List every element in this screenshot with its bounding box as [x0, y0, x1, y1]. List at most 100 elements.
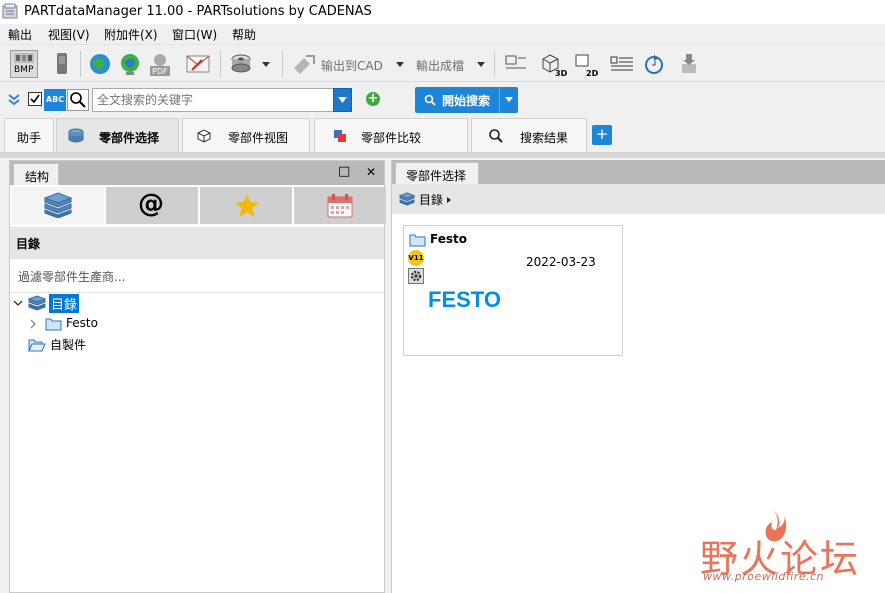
catalog-heading: 目錄 [16, 237, 41, 251]
refresh-icon [645, 55, 663, 74]
web-export-button[interactable] [86, 50, 114, 78]
list-icon [610, 56, 633, 71]
globe-network-icon [121, 54, 139, 75]
abc-toggle-button[interactable]: ABC [44, 89, 66, 111]
view-3d-button[interactable]: 3D [538, 50, 568, 78]
menu-view[interactable]: 视图(V) [48, 26, 90, 43]
dimension-button[interactable] [502, 50, 530, 78]
compare-icon [334, 130, 346, 142]
device-button[interactable] [48, 50, 76, 78]
menu-help[interactable]: 帮助 [232, 26, 256, 43]
catalog-card-festo[interactable]: Festo V11 2022-03-23 FESTO [403, 225, 623, 356]
add-tab-button[interactable]: + [592, 125, 612, 145]
chevron-down-icon [338, 97, 347, 103]
card-date: 2022-03-23 [526, 255, 596, 269]
structure-tab[interactable]: 结构 [13, 163, 59, 185]
barcode-search-button[interactable] [67, 89, 89, 111]
gear-icon [410, 270, 422, 282]
mail-icon [186, 55, 210, 73]
search-input[interactable] [92, 88, 334, 112]
tab-part-selection[interactable]: 零部件选择 [56, 118, 179, 152]
email-button[interactable] [184, 50, 212, 78]
catalog-view-button[interactable] [12, 187, 104, 224]
menu-output[interactable]: 輸出 [8, 26, 32, 43]
structure-tab-label: 结构 [25, 170, 50, 184]
properties-button[interactable] [608, 50, 636, 78]
network-export-button[interactable] [116, 50, 144, 78]
search-icon [489, 129, 503, 143]
title-bar: PARTdataManager 11.00 - PARTsolutions by… [0, 0, 885, 24]
favorites-view-button[interactable] [200, 187, 292, 224]
card-title: Festo [430, 232, 467, 246]
download-button[interactable] [676, 50, 704, 78]
magnifier-barcode-icon [70, 92, 86, 108]
toolbar-separator [220, 51, 221, 77]
breadcrumb-arrow-icon[interactable] [446, 196, 452, 204]
check-icon [30, 94, 40, 104]
catalog-heading-bar: 目錄 [10, 227, 384, 259]
chevron-down-icon[interactable] [504, 96, 514, 104]
export-cad-icon-button[interactable] [290, 50, 318, 78]
maximize-icon[interactable]: □ [338, 164, 350, 179]
chevron-right-icon[interactable] [28, 319, 38, 329]
app-icon [2, 3, 18, 19]
tree-item-custom-parts[interactable]: 自製件 [50, 336, 86, 353]
history-view-button[interactable] [294, 187, 386, 224]
part-button[interactable] [228, 50, 256, 78]
label-3d: 3D [555, 69, 568, 78]
pdf-export-button[interactable]: PDF [146, 50, 174, 78]
search-checkbox[interactable] [28, 92, 42, 106]
search-history-dropdown[interactable] [333, 88, 352, 112]
globe-icon [90, 54, 110, 74]
star-icon [235, 194, 259, 217]
download-icon [682, 54, 696, 73]
close-icon[interactable]: ✕ [366, 165, 376, 179]
tab-assistant[interactable]: 助手 [4, 118, 54, 152]
breadcrumb: 目錄 [392, 184, 885, 214]
chevron-down-icon[interactable] [13, 298, 23, 308]
tab-label: 零部件比较 [361, 131, 422, 145]
export-cad-icon [294, 55, 315, 74]
breadcrumb-catalog[interactable]: 目錄 [419, 191, 443, 208]
manufacturer-filter[interactable]: 過濾零部件生產商... [10, 259, 384, 293]
plus-icon: + [367, 91, 379, 106]
toolbar-separator [494, 51, 495, 77]
settings-button[interactable] [408, 268, 424, 284]
part-selection-tab[interactable]: 零部件选择 [395, 162, 479, 184]
collapse-icon[interactable] [7, 93, 21, 107]
chevron-down-icon[interactable] [262, 62, 270, 67]
toolbar-separator [282, 51, 283, 77]
tab-search-results[interactable]: 搜索结果 [471, 118, 587, 152]
window-title: PARTdataManager 11.00 - PARTsolutions by… [24, 4, 372, 19]
menu-bar: 輸出 视图(V) 附加件(X) 窗口(W) 帮助 [0, 24, 885, 44]
phone-icon [57, 53, 67, 74]
add-criteria-button[interactable]: + [366, 92, 380, 106]
chevron-down-icon[interactable] [396, 62, 404, 67]
menu-addons[interactable]: 附加件(X) [104, 26, 158, 43]
festo-logo: FESTO [428, 287, 501, 312]
version-badge: V11 [408, 250, 424, 266]
view-2d-button[interactable]: 2D [572, 50, 600, 78]
folder-icon [45, 318, 62, 331]
panel-header: 零部件选择 [392, 160, 885, 184]
part-view-icon [197, 129, 211, 143]
dimension-icon [505, 55, 526, 69]
bmp-label: BMP [14, 65, 34, 75]
tab-part-view[interactable]: 零部件视图 [182, 118, 310, 152]
refresh-button[interactable] [640, 50, 668, 78]
chevron-down-icon[interactable] [477, 62, 485, 67]
export-cad-button[interactable]: 输出到CAD [321, 57, 383, 74]
tab-label: 零部件选择 [99, 131, 160, 145]
tree-root-catalog[interactable]: 目錄 [49, 294, 80, 313]
menu-window[interactable]: 窗口(W) [172, 26, 217, 43]
pdf-label: PDF [152, 67, 168, 76]
export-drawing-button[interactable]: 輸出成檔 [416, 57, 464, 74]
search-bar: ABC + 開始搜索 [0, 83, 885, 117]
tree-item-festo[interactable]: Festo [66, 316, 98, 330]
tab-strip-border [0, 152, 885, 158]
start-search-button[interactable]: 開始搜索 [415, 87, 518, 113]
filter-placeholder: 過濾零部件生產商... [18, 270, 126, 284]
tab-part-compare[interactable]: 零部件比较 [314, 118, 468, 152]
at-view-button[interactable]: @ [106, 187, 198, 224]
bmp-export-button[interactable]: BMP [10, 50, 38, 78]
